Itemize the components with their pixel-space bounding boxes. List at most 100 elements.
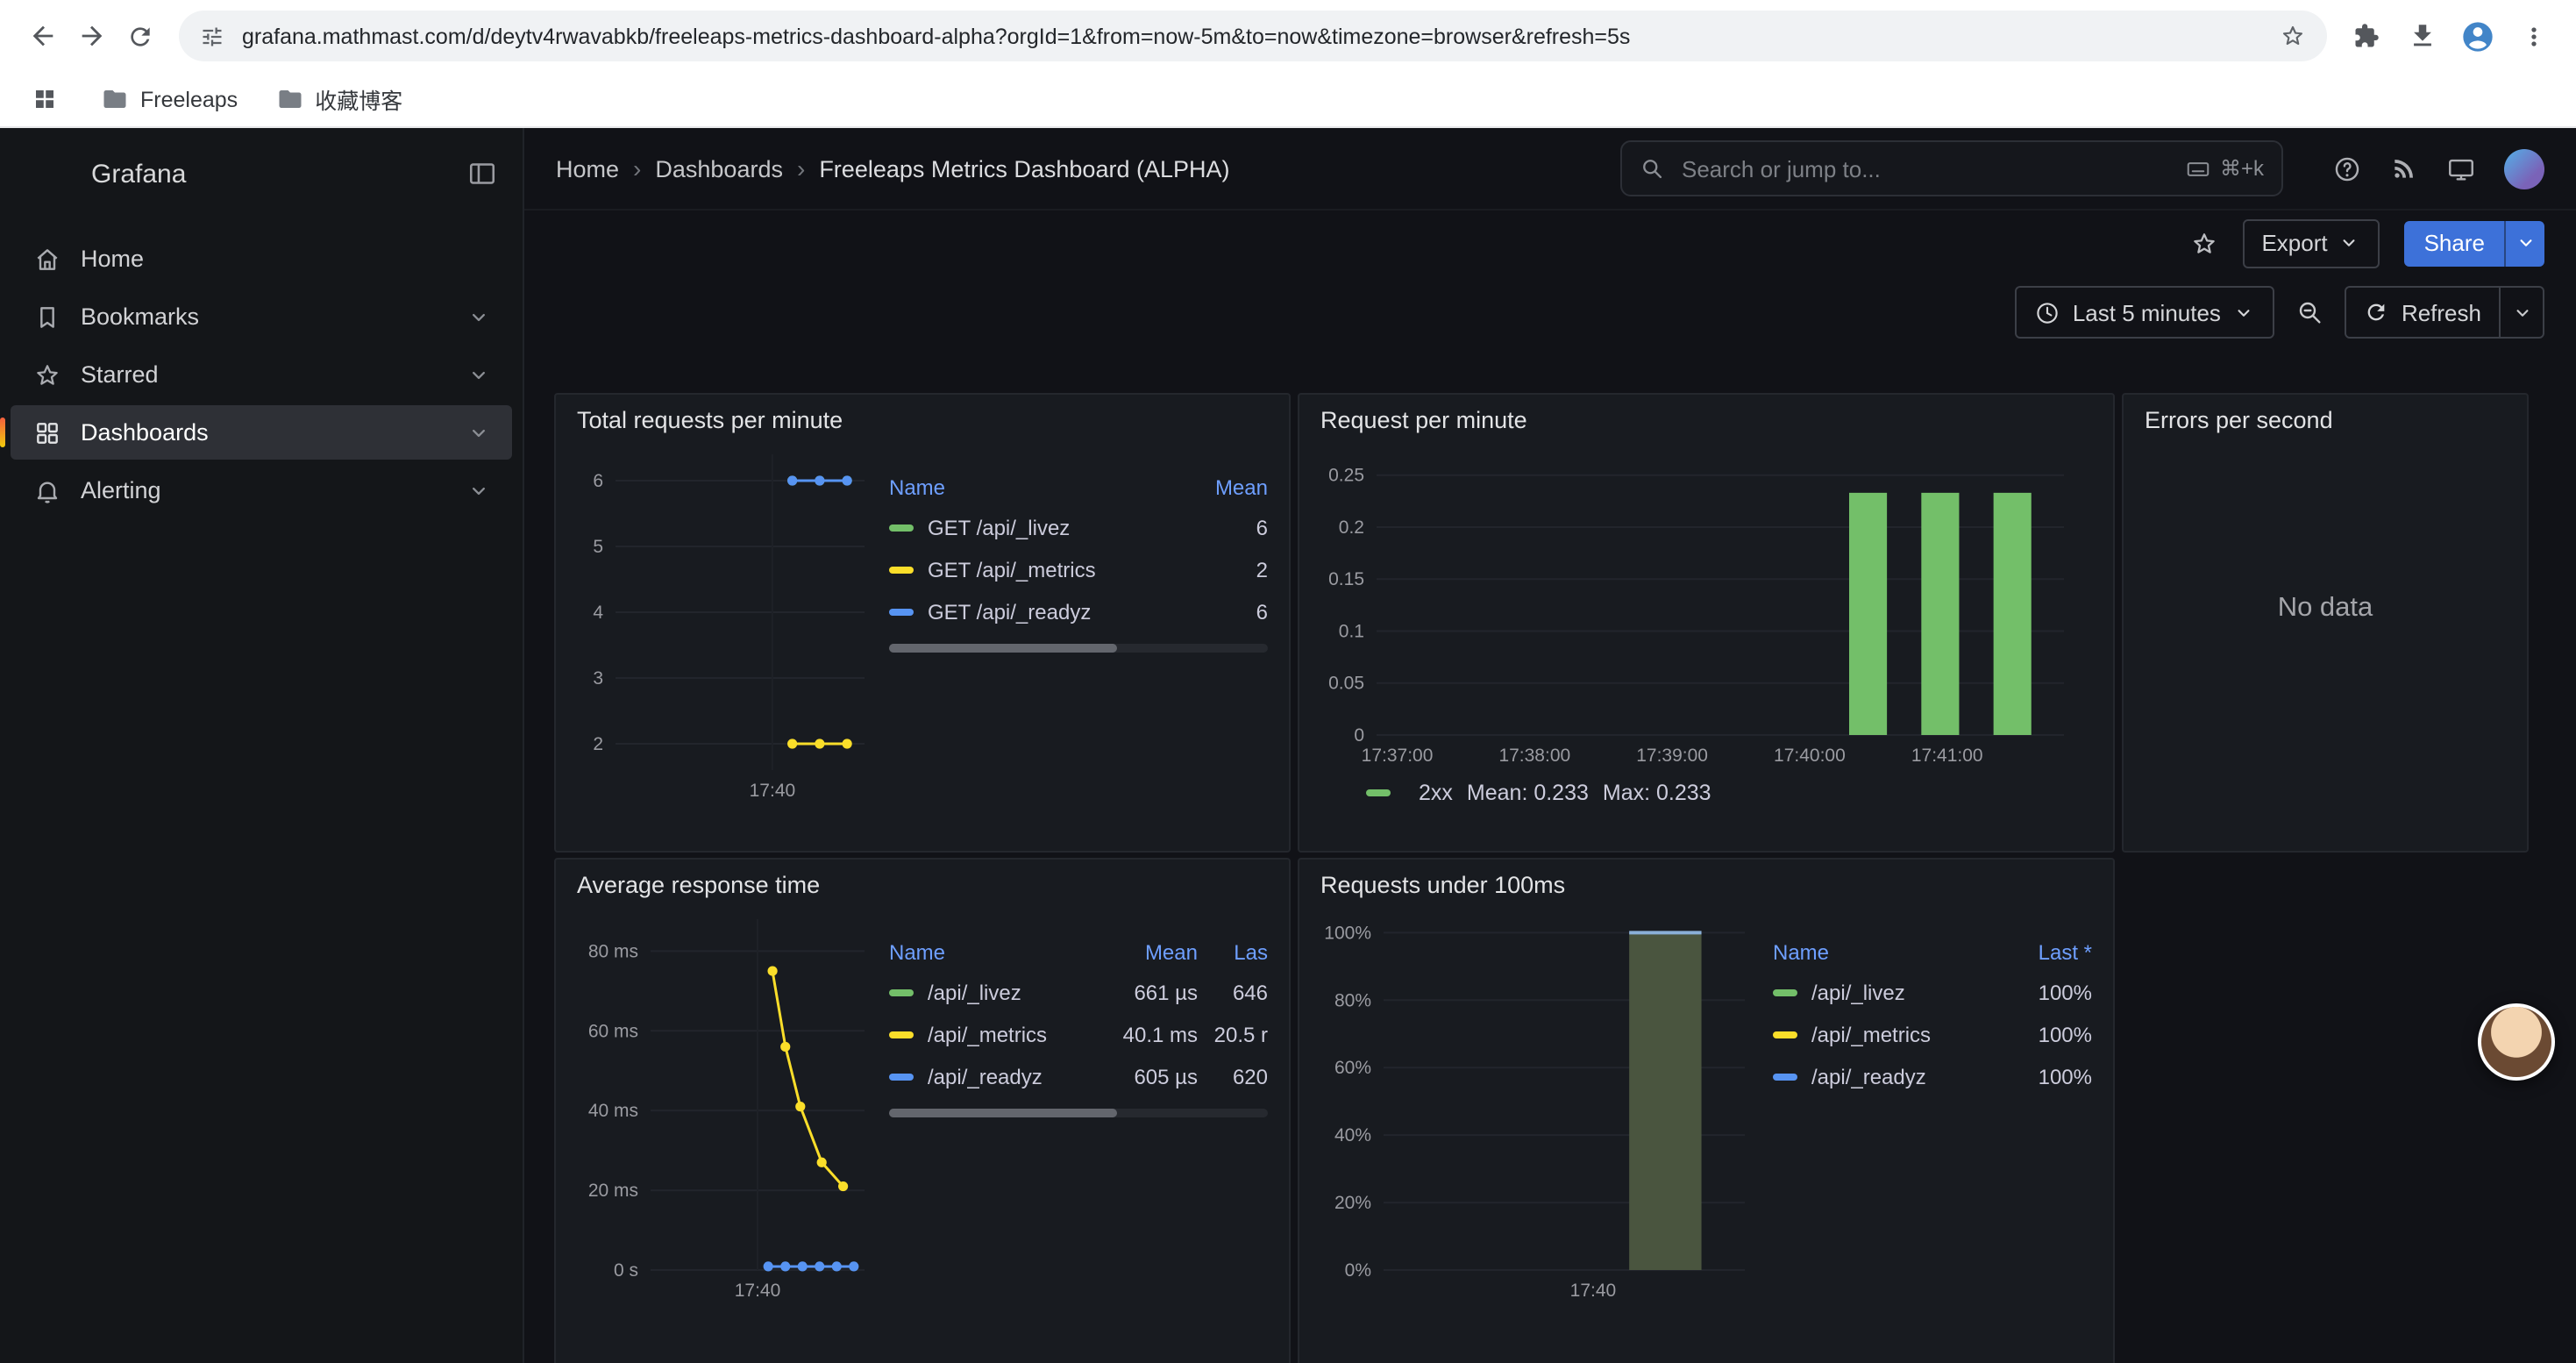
chevron-down-icon[interactable]: [466, 478, 491, 503]
bookmark-folder-blogs[interactable]: 收藏博客: [276, 82, 402, 116]
extensions-button[interactable]: [2341, 11, 2390, 61]
series-name[interactable]: /api/_livez: [928, 981, 1085, 1005]
legend-col-mean[interactable]: Mean: [1173, 475, 1268, 500]
svg-text:2: 2: [593, 734, 603, 754]
address-bar[interactable]: grafana.mathmast.com/d/deytv4rwavabkb/fr…: [179, 11, 2327, 61]
header-icons: [2332, 148, 2544, 189]
series-name[interactable]: GET /api/_livez: [928, 516, 1173, 540]
svg-text:40%: 40%: [1334, 1125, 1371, 1145]
series-swatch: [889, 1031, 914, 1038]
scrollbar-thumb[interactable]: [889, 1109, 1116, 1117]
total-requests-chart[interactable]: 6543217:40: [570, 437, 879, 809]
collapse-sidebar-icon[interactable]: [466, 158, 498, 189]
sidebar-item-label: Bookmarks: [81, 303, 199, 330]
series-name[interactable]: /api/_metrics: [1811, 1023, 2001, 1047]
svg-text:60 ms: 60 ms: [588, 1021, 638, 1041]
user-avatar[interactable]: [2504, 148, 2544, 189]
breadcrumb-home[interactable]: Home: [556, 155, 619, 182]
chevron-down-icon[interactable]: [466, 304, 491, 329]
series-mean: 6: [1173, 600, 1268, 624]
forward-button[interactable]: [67, 11, 116, 61]
bookmark-folder-freeleaps[interactable]: Freeleaps: [102, 86, 238, 112]
time-range-label: Last 5 minutes: [2073, 299, 2221, 325]
time-range-picker[interactable]: Last 5 minutes: [2015, 286, 2275, 339]
reload-button[interactable]: [116, 11, 165, 61]
folder-icon: [276, 86, 302, 112]
panel-request-per-minute: Request per minute 0.250.20.150.10.05017…: [1298, 393, 2115, 853]
chevron-down-icon[interactable]: [466, 362, 491, 387]
series-name[interactable]: /api/_metrics: [928, 1023, 1085, 1047]
brand-name: Grafana: [91, 159, 186, 189]
help-icon[interactable]: [2332, 153, 2362, 183]
series-name[interactable]: /api/_livez: [1811, 981, 2001, 1005]
panel-errors-per-second: Errors per second No data: [2122, 393, 2529, 853]
legend-col-mean[interactable]: Mean: [1085, 940, 1198, 965]
series-name[interactable]: /api/_readyz: [928, 1065, 1085, 1089]
legend-row: GET /api/_metrics 2: [889, 549, 1268, 591]
refresh-button[interactable]: Refresh: [2345, 286, 2501, 339]
legend-col-name[interactable]: Name: [1773, 940, 2001, 965]
legend-col-name[interactable]: Name: [889, 475, 1173, 500]
legend-scrollbar[interactable]: [889, 1109, 1268, 1117]
series-last: 100%: [2001, 981, 2092, 1005]
downloads-button[interactable]: [2397, 11, 2446, 61]
chevron-down-icon[interactable]: [466, 420, 491, 445]
panel-title[interactable]: Average response time: [556, 860, 1289, 902]
panel-title[interactable]: Total requests per minute: [556, 395, 1289, 437]
share-dropdown-button[interactable]: [2504, 220, 2544, 266]
panel-title[interactable]: Requests under 100ms: [1299, 860, 2113, 902]
refresh-sync-icon: [2365, 300, 2389, 325]
legend-col-last[interactable]: Last *: [2001, 940, 2092, 965]
site-settings-icon[interactable]: [200, 24, 224, 48]
breadcrumb-dashboards[interactable]: Dashboards: [655, 155, 783, 182]
sidebar-item-starred[interactable]: Starred: [11, 347, 512, 402]
url-text[interactable]: grafana.mathmast.com/d/deytv4rwavabkb/fr…: [242, 24, 2280, 48]
request-per-minute-chart[interactable]: 0.250.20.150.10.05017:37:0017:38:0017:39…: [1313, 437, 2085, 774]
svg-text:20 ms: 20 ms: [588, 1181, 638, 1201]
home-icon: [33, 245, 61, 273]
sidebar-item-bookmarks[interactable]: Bookmarks: [11, 289, 512, 344]
chart-legend: 2xx Mean: 0.233 Max: 0.233: [1366, 781, 2096, 805]
series-swatch: [889, 989, 914, 996]
breadcrumb-current: Freeleaps Metrics Dashboard (ALPHA): [819, 155, 1229, 182]
average-response-chart[interactable]: 80 ms60 ms40 ms20 ms0 s17:40: [570, 902, 879, 1309]
search-input[interactable]: [1678, 153, 2171, 183]
grafana-logo-icon[interactable]: [28, 151, 74, 196]
refresh-interval-dropdown[interactable]: [2501, 286, 2544, 339]
search-box[interactable]: ⌘+k: [1620, 140, 2283, 196]
legend-scrollbar[interactable]: [889, 644, 1268, 653]
svg-text:0%: 0%: [1345, 1260, 1371, 1281]
assistant-avatar[interactable]: [2478, 1003, 2555, 1081]
series-swatch: [889, 525, 914, 532]
panel-title[interactable]: Request per minute: [1299, 395, 2113, 437]
share-button[interactable]: Share: [2405, 220, 2504, 266]
legend-col-last[interactable]: Las: [1198, 940, 1268, 965]
bookmark-star-icon[interactable]: [2280, 23, 2306, 49]
series-swatch: [889, 567, 914, 574]
sidebar-item-home[interactable]: Home: [11, 232, 512, 286]
apps-grid-button[interactable]: [25, 80, 63, 118]
browser-menu-button[interactable]: [2509, 11, 2558, 61]
profile-button[interactable]: [2453, 11, 2502, 61]
series-name[interactable]: GET /api/_readyz: [928, 600, 1173, 624]
panel-requests-under-100ms: Requests under 100ms 100%80%60%40%20%0%1…: [1298, 858, 2115, 1363]
export-button[interactable]: Export: [2242, 218, 2380, 268]
scrollbar-thumb[interactable]: [889, 644, 1116, 653]
legend-row: /api/_livez 661 µs 646: [889, 972, 1268, 1014]
monitor-icon[interactable]: [2446, 153, 2476, 183]
series-name[interactable]: 2xx: [1419, 781, 1453, 805]
legend-col-name[interactable]: Name: [889, 940, 1085, 965]
rss-icon[interactable]: [2390, 154, 2418, 182]
favorite-star-icon[interactable]: [2189, 229, 2217, 257]
under-100ms-chart[interactable]: 100%80%60%40%20%0%17:40: [1313, 902, 1762, 1309]
sidebar-item-dashboards[interactable]: Dashboards: [11, 405, 512, 460]
zoom-out-icon[interactable]: [2296, 298, 2324, 326]
series-last: 20.5 r: [1198, 1023, 1268, 1047]
back-button[interactable]: [18, 11, 67, 61]
series-name[interactable]: GET /api/_metrics: [928, 558, 1173, 582]
legend-row: /api/_livez 100%: [1773, 972, 2092, 1014]
sidebar-item-alerting[interactable]: Alerting: [11, 463, 512, 517]
svg-text:17:40:00: 17:40:00: [1774, 746, 1846, 766]
panel-title[interactable]: Errors per second: [2124, 395, 2527, 437]
svg-text:17:39:00: 17:39:00: [1636, 746, 1708, 766]
